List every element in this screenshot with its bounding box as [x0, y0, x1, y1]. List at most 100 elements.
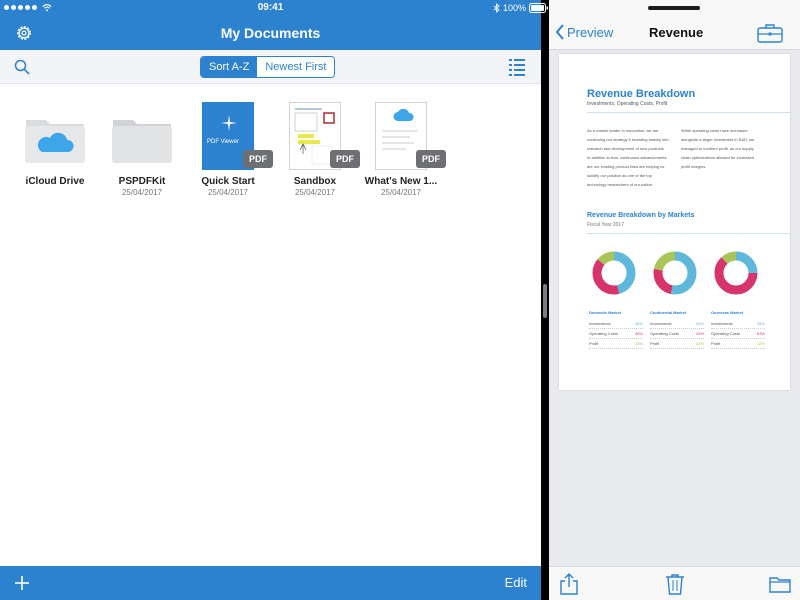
legend-row: Investments 25%: [711, 319, 765, 329]
pspdfkit-logo-icon: [221, 115, 237, 131]
icloud-folder-thumbnail: [12, 102, 98, 172]
documents-pane: 09:41 My Documents Sort A-Z Newest First: [0, 0, 541, 600]
donut-chart-domestic: [592, 251, 636, 295]
market-name: Continental Market: [650, 310, 687, 315]
pdf-badge: PDF: [243, 150, 273, 168]
page-title: My Documents: [220, 25, 321, 41]
document-item-pspdfkit[interactable]: PSPDFKit 25/04/2017: [99, 102, 185, 197]
back-button[interactable]: Preview: [555, 24, 613, 40]
report-column-2: While operating costs have increased alo…: [681, 128, 755, 169]
section-rule: [587, 233, 790, 234]
briefcase-icon[interactable]: [757, 23, 783, 43]
pdf-thumbnail: PDF Viewer PDF: [185, 102, 273, 172]
battery-icon: [529, 3, 548, 13]
row-label: Operating Costs: [711, 331, 740, 336]
newest-first-button[interactable]: Newest First: [257, 57, 335, 77]
document-item-sandbox[interactable]: PDF Sandbox 25/04/2017: [272, 102, 360, 197]
row-label: Operating Costs: [650, 331, 679, 336]
pdf-thumbnail: PDF: [272, 102, 360, 172]
legend-row: Investments 46%: [589, 319, 643, 329]
document-name: iCloud Drive: [25, 176, 85, 187]
legend-row: Profit 12%: [711, 339, 765, 349]
market-legend-overseas: Overseas Market Investments 25% Operating…: [711, 310, 765, 349]
document-name: PSPDFKit: [118, 176, 166, 187]
report-subheading: Investments, Operating Costs, Profit: [587, 101, 668, 107]
cover-title: PDF Viewer: [207, 139, 239, 145]
split-divider[interactable]: [541, 0, 549, 600]
document-name: What's New 1...: [364, 176, 438, 187]
pdf-thumbnail: PDF: [358, 102, 446, 172]
row-value: 15%: [634, 341, 643, 346]
sort-toolbar: Sort A-Z Newest First: [0, 50, 541, 84]
document-date: 25/04/2017: [380, 188, 422, 197]
row-label: Profit: [650, 341, 660, 346]
pdf-page[interactable]: Revenue Breakdown Investments, Operating…: [559, 54, 790, 390]
share-icon[interactable]: [559, 573, 579, 595]
donut-chart-continental: [653, 251, 697, 295]
trash-icon[interactable]: [665, 573, 685, 595]
donut-chart-overseas: [714, 251, 758, 295]
row-value: 22%: [695, 341, 704, 346]
market-name: Domestic Market: [589, 310, 622, 315]
row-value: 40%: [634, 331, 643, 336]
bottom-toolbar: Edit: [0, 566, 541, 600]
document-title: Revenue: [649, 25, 704, 40]
section-subheading: Fiscal Year 2017: [587, 222, 624, 228]
preview-navigation-bar: Preview Revenue: [549, 16, 800, 50]
section-heading: Revenue Breakdown by Markets: [587, 212, 695, 219]
row-label: Profit: [711, 341, 721, 346]
row-label: Profit: [589, 341, 599, 346]
folder-icon[interactable]: [769, 573, 791, 595]
sort-segmented-control: Sort A-Z Newest First: [200, 56, 336, 78]
document-item-quick-start[interactable]: PDF Viewer PDF Quick Start 25/04/2017: [185, 102, 273, 197]
add-icon[interactable]: [12, 573, 32, 593]
preview-bottom-toolbar: [549, 566, 800, 600]
document-date: 25/04/2017: [294, 188, 336, 197]
folder-thumbnail: [99, 102, 185, 172]
document-date: 25/04/2017: [207, 188, 249, 197]
legend-row: Investments 53%: [650, 319, 704, 329]
row-value: 46%: [634, 321, 643, 326]
legend-row: Profit 15%: [589, 339, 643, 349]
row-value: 25%: [756, 321, 765, 326]
market-name: Overseas Market: [711, 310, 744, 315]
market-legend-domestic: Domestic Market Investments 46% Operating…: [589, 310, 643, 349]
document-item-whats-new[interactable]: PDF What's New 1... 25/04/2017: [358, 102, 446, 197]
chevron-left-icon: [555, 24, 564, 40]
sort-az-button[interactable]: Sort A-Z: [201, 57, 258, 77]
bluetooth-icon: [493, 3, 500, 13]
status-bar: 09:41: [0, 0, 541, 16]
document-name: Sandbox: [293, 176, 337, 187]
document-item-icloud-drive[interactable]: iCloud Drive: [12, 102, 98, 188]
row-label: Investments: [650, 321, 672, 326]
back-label: Preview: [567, 24, 614, 40]
legend-row: Operating Costs 63%: [711, 329, 765, 339]
legend-row: Operating Costs 25%: [650, 329, 704, 339]
market-legend-continental: Continental Market Investments 53% Operat…: [650, 310, 704, 349]
battery-indicator: 100%: [469, 2, 549, 14]
list-view-icon[interactable]: [509, 58, 525, 76]
document-date: 25/04/2017: [121, 188, 163, 197]
legend-row: Profit 22%: [650, 339, 704, 349]
row-value: 63%: [756, 331, 765, 336]
row-value: 53%: [695, 321, 704, 326]
search-icon[interactable]: [14, 59, 30, 75]
report-column-1: As a market leader in innovation, we are…: [587, 128, 669, 187]
divider-handle[interactable]: [543, 284, 547, 318]
row-value: 12%: [756, 341, 765, 346]
folder-icon: [112, 120, 172, 163]
document-grid: iCloud Drive PSPDFKit 25/04/2017 PDF Vie…: [0, 84, 541, 566]
row-label: Operating Costs: [589, 331, 618, 336]
row-label: Investments: [589, 321, 611, 326]
legend-row: Operating Costs 40%: [589, 329, 643, 339]
pdf-badge: PDF: [416, 150, 446, 168]
row-value: 25%: [695, 331, 704, 336]
row-label: Investments: [711, 321, 733, 326]
report-heading: Revenue Breakdown: [587, 88, 696, 100]
pdf-badge: PDF: [330, 150, 360, 168]
battery-percent: 100%: [502, 3, 526, 13]
edit-button[interactable]: Edit: [505, 575, 527, 590]
right-status-bar: [549, 0, 800, 16]
slide-over-grabber[interactable]: [648, 6, 700, 10]
navigation-bar: My Documents: [0, 16, 541, 50]
